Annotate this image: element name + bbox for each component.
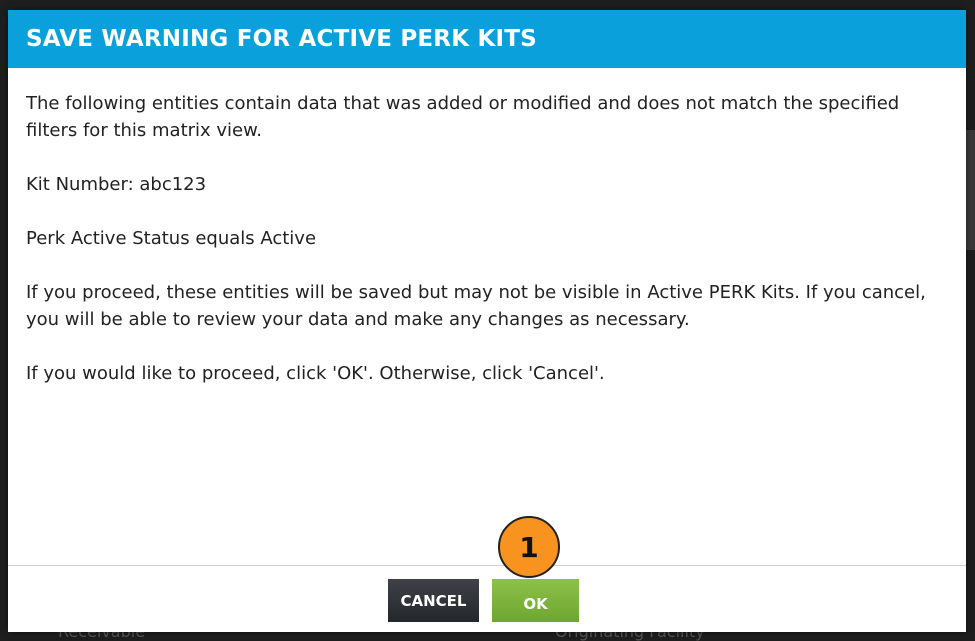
filter-condition-text: Perk Active Status equals Active [26,228,317,249]
kit-number-text: Kit Number: abc123 [26,174,207,195]
proceed-consequence-text: If you proceed, these entities will be s… [26,282,926,330]
dialog-body: The following entities contain data that… [8,68,966,387]
dialog-title: SAVE WARNING FOR ACTIVE PERK KITS [26,26,537,52]
dialog-header: SAVE WARNING FOR ACTIVE PERK KITS [8,10,966,68]
dialog-footer: CANCEL OK [8,565,966,633]
cancel-button[interactable]: CANCEL [388,579,479,622]
save-warning-dialog: SAVE WARNING FOR ACTIVE PERK KITS The fo… [8,10,966,632]
step-number-badge: 1 [498,516,560,578]
backdrop-panel-edge [965,130,975,250]
instruction-text: If you would like to proceed, click 'OK'… [26,363,605,384]
warning-intro-text: The following entities contain data that… [26,93,900,141]
ok-button[interactable]: OK [492,579,579,622]
